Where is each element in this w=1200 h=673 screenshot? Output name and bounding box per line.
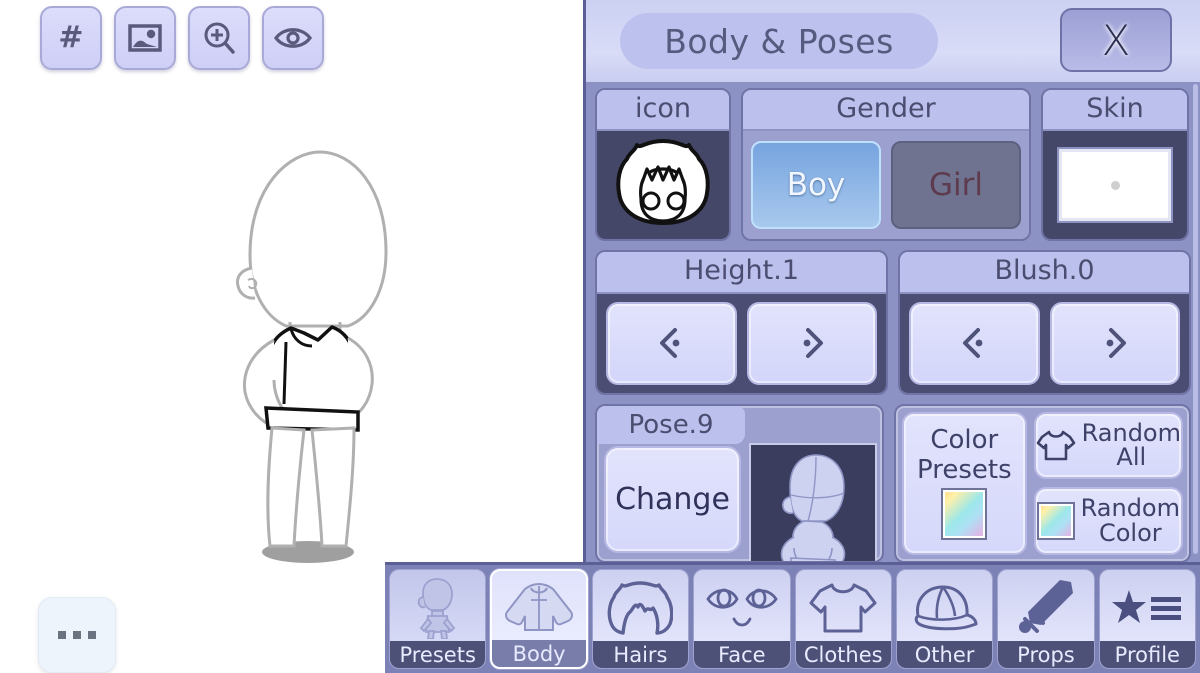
gender-option-girl[interactable]: Girl bbox=[891, 141, 1021, 230]
hash-icon-button[interactable]: # bbox=[40, 6, 102, 70]
random-color-label: Random Color bbox=[1081, 496, 1180, 545]
cap-icon bbox=[897, 570, 992, 641]
height-stepper bbox=[597, 293, 886, 393]
color-presets-button[interactable]: Color Presets bbox=[902, 411, 1027, 555]
panel-body: icon Gender Boy Girl Skin Height.1 Blush… bbox=[586, 82, 1200, 563]
chevron-left-icon bbox=[660, 328, 680, 359]
nav-label-face: Face bbox=[694, 641, 790, 668]
gender-card: Gender Boy Girl bbox=[741, 88, 1031, 242]
pose-preview-thumbnail[interactable] bbox=[749, 442, 877, 561]
eyes-face-icon bbox=[694, 570, 789, 641]
nav-item-other[interactable]: Other bbox=[895, 569, 994, 669]
nav-item-props[interactable]: Props bbox=[997, 569, 1095, 669]
row-pose-colors: Pose.9 Change Color Presets Random All R… bbox=[595, 403, 1191, 563]
hash-icon: # bbox=[58, 20, 84, 55]
color-presets-label-line2: Presets bbox=[917, 455, 1012, 486]
chevron-left-icon bbox=[963, 328, 983, 359]
character-figure bbox=[236, 150, 388, 563]
gender-options: Boy Girl bbox=[743, 131, 1029, 240]
pose-card: Pose.9 Change bbox=[595, 403, 884, 563]
nav-item-hairs[interactable]: Hairs bbox=[591, 569, 690, 669]
nav-label-hairs: Hairs bbox=[592, 641, 689, 668]
nav-item-body[interactable]: Body bbox=[490, 569, 588, 669]
gender-option-boy[interactable]: Boy bbox=[751, 141, 881, 230]
nav-label-other: Other bbox=[896, 641, 993, 668]
eye-icon-button[interactable] bbox=[262, 6, 324, 70]
star-list-icon bbox=[1100, 570, 1195, 641]
bottom-navigation: Presets Body Hairs Face Clothes Other Pr… bbox=[385, 562, 1200, 673]
skin-card: Skin bbox=[1041, 88, 1189, 242]
nav-label-body: Body bbox=[492, 640, 586, 667]
height-next-button[interactable] bbox=[746, 301, 877, 385]
more-options-button[interactable] bbox=[38, 597, 116, 673]
shirt-jacket-icon bbox=[492, 571, 585, 640]
dot bbox=[88, 631, 96, 639]
height-card: Height.1 bbox=[595, 250, 888, 395]
random-all-label: Random All bbox=[1082, 420, 1181, 472]
dot bbox=[58, 631, 66, 639]
random-all-button[interactable]: Random All bbox=[1033, 411, 1183, 480]
icon-card-label: icon bbox=[597, 90, 729, 132]
skin-card-label: Skin bbox=[1043, 90, 1187, 132]
nav-item-face[interactable]: Face bbox=[693, 569, 791, 669]
image-icon bbox=[128, 24, 162, 52]
blush-card: Blush.0 bbox=[898, 250, 1191, 395]
gradient-swatch-icon bbox=[941, 487, 988, 540]
nav-label-presets: Presets bbox=[390, 641, 486, 668]
pose-card-label: Pose.9 bbox=[597, 405, 745, 444]
image-icon-button[interactable] bbox=[114, 6, 176, 70]
icon-card-body[interactable] bbox=[597, 131, 729, 240]
skin-picker-dot bbox=[1110, 180, 1120, 190]
color-presets-label-line1: Color bbox=[930, 424, 999, 455]
zoom-in-icon bbox=[204, 22, 235, 54]
random-color-button[interactable]: Random Color bbox=[1033, 487, 1183, 555]
body-figure-icon bbox=[390, 570, 486, 641]
nav-item-clothes[interactable]: Clothes bbox=[794, 569, 892, 669]
random-all-line2: All bbox=[1116, 443, 1147, 472]
nav-label-clothes: Clothes bbox=[795, 641, 891, 668]
panel-scrollbar[interactable] bbox=[1193, 84, 1198, 554]
icon-card[interactable]: icon bbox=[595, 88, 731, 242]
avatar-icon bbox=[616, 139, 710, 226]
random-buttons: Random All Random Color bbox=[1033, 411, 1183, 555]
blush-next-button[interactable] bbox=[1049, 301, 1180, 385]
dot bbox=[73, 631, 81, 639]
tshirt-icon bbox=[1036, 431, 1075, 461]
skin-color-swatch[interactable] bbox=[1059, 149, 1171, 222]
pose-figure-icon bbox=[780, 453, 846, 561]
eye-icon bbox=[274, 28, 312, 48]
chevron-right-icon bbox=[1106, 328, 1126, 359]
body-poses-panel: Body & Poses X icon Gender Boy Girl Skin… bbox=[583, 0, 1200, 563]
page-title: Body & Poses bbox=[620, 13, 938, 69]
chevron-right-icon bbox=[803, 328, 823, 359]
panel-header: Body & Poses X bbox=[586, 0, 1200, 82]
nav-label-props: Props bbox=[998, 641, 1094, 668]
colors-card: Color Presets Random All Random Color bbox=[894, 403, 1191, 563]
close-button[interactable]: X bbox=[1060, 8, 1172, 72]
blush-stepper bbox=[900, 293, 1189, 393]
row-identity: icon Gender Boy Girl Skin bbox=[595, 88, 1191, 242]
gradient-swatch-icon bbox=[1036, 501, 1075, 540]
skin-card-body[interactable] bbox=[1043, 131, 1187, 240]
blush-card-label: Blush.0 bbox=[900, 252, 1189, 294]
height-prev-button[interactable] bbox=[606, 301, 737, 385]
gender-card-label: Gender bbox=[743, 90, 1029, 132]
nav-label-profile: Profile bbox=[1099, 641, 1196, 668]
change-pose-button[interactable]: Change bbox=[604, 445, 741, 553]
top-toolbar: # bbox=[40, 6, 324, 70]
character-preview bbox=[190, 140, 440, 574]
nav-item-profile[interactable]: Profile bbox=[1098, 569, 1197, 669]
sword-icon bbox=[998, 570, 1093, 641]
zoom-in-icon-button[interactable] bbox=[188, 6, 250, 70]
tshirt-icon bbox=[796, 570, 891, 641]
hair-icon bbox=[593, 570, 688, 641]
random-color-line2: Color bbox=[1098, 518, 1162, 547]
nav-item-presets[interactable]: Presets bbox=[389, 569, 487, 669]
blush-prev-button[interactable] bbox=[909, 301, 1040, 385]
row-sliders: Height.1 Blush.0 bbox=[595, 250, 1191, 395]
height-card-label: Height.1 bbox=[597, 252, 886, 294]
